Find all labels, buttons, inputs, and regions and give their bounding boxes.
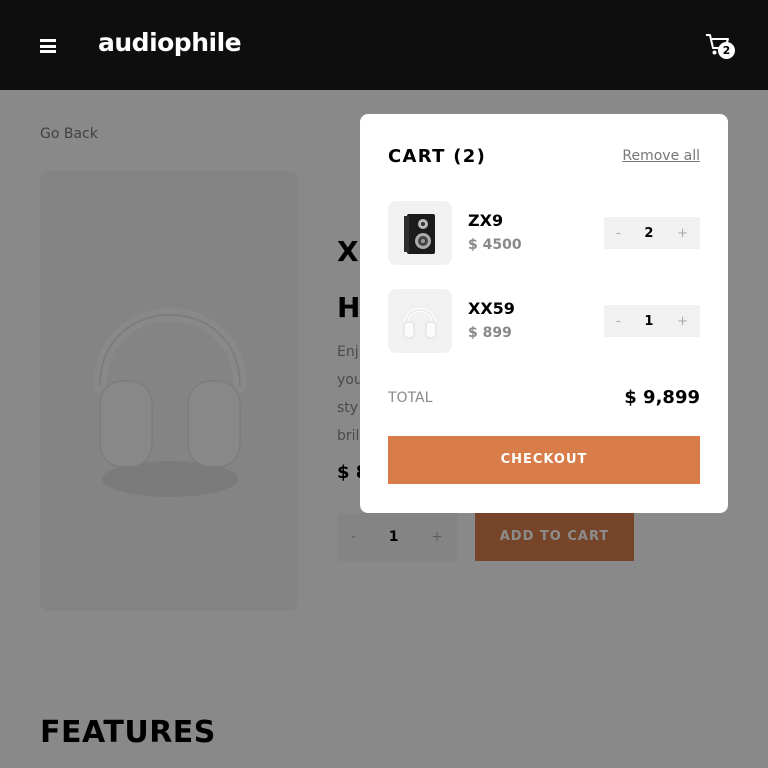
headphones-icon [403,308,437,339]
cart-title: CART (2) [388,146,487,167]
cart-icon[interactable]: 2 [704,32,736,62]
item-name: ZX9 [468,211,504,230]
increment-button[interactable]: + [677,314,688,329]
item-price: $ 899 [468,325,512,341]
total-value: $ 9,899 [624,387,700,408]
checkout-button[interactable]: CHECKOUT [388,436,700,484]
headphones-image [388,289,452,353]
item-price: $ 4500 [468,237,522,253]
speaker-icon [404,214,435,254]
hamburger-menu-icon[interactable] [40,39,56,53]
remove-all-link[interactable]: Remove all [622,148,700,164]
cart-count-badge: 2 [718,42,735,59]
top-header: audiophile 2 [0,0,768,90]
decrement-button[interactable]: - [616,226,621,241]
cart-modal: CART (2) Remove all ZX9 $ 4500 - 2 + XX5… [360,114,728,513]
total-label: TOTAL [388,390,433,406]
speaker-image [388,201,452,265]
item-quantity-stepper: - 2 + [604,217,700,249]
item-quantity-value: 1 [644,313,654,329]
decrement-button[interactable]: - [616,314,621,329]
cart-item: XX59 $ 899 - 1 + [388,289,700,353]
item-quantity-value: 2 [644,225,654,241]
item-quantity-stepper: - 1 + [604,305,700,337]
increment-button[interactable]: + [677,226,688,241]
cart-item: ZX9 $ 4500 - 2 + [388,201,700,265]
item-name: XX59 [468,299,515,318]
brand-logo[interactable]: audiophile [98,28,242,57]
